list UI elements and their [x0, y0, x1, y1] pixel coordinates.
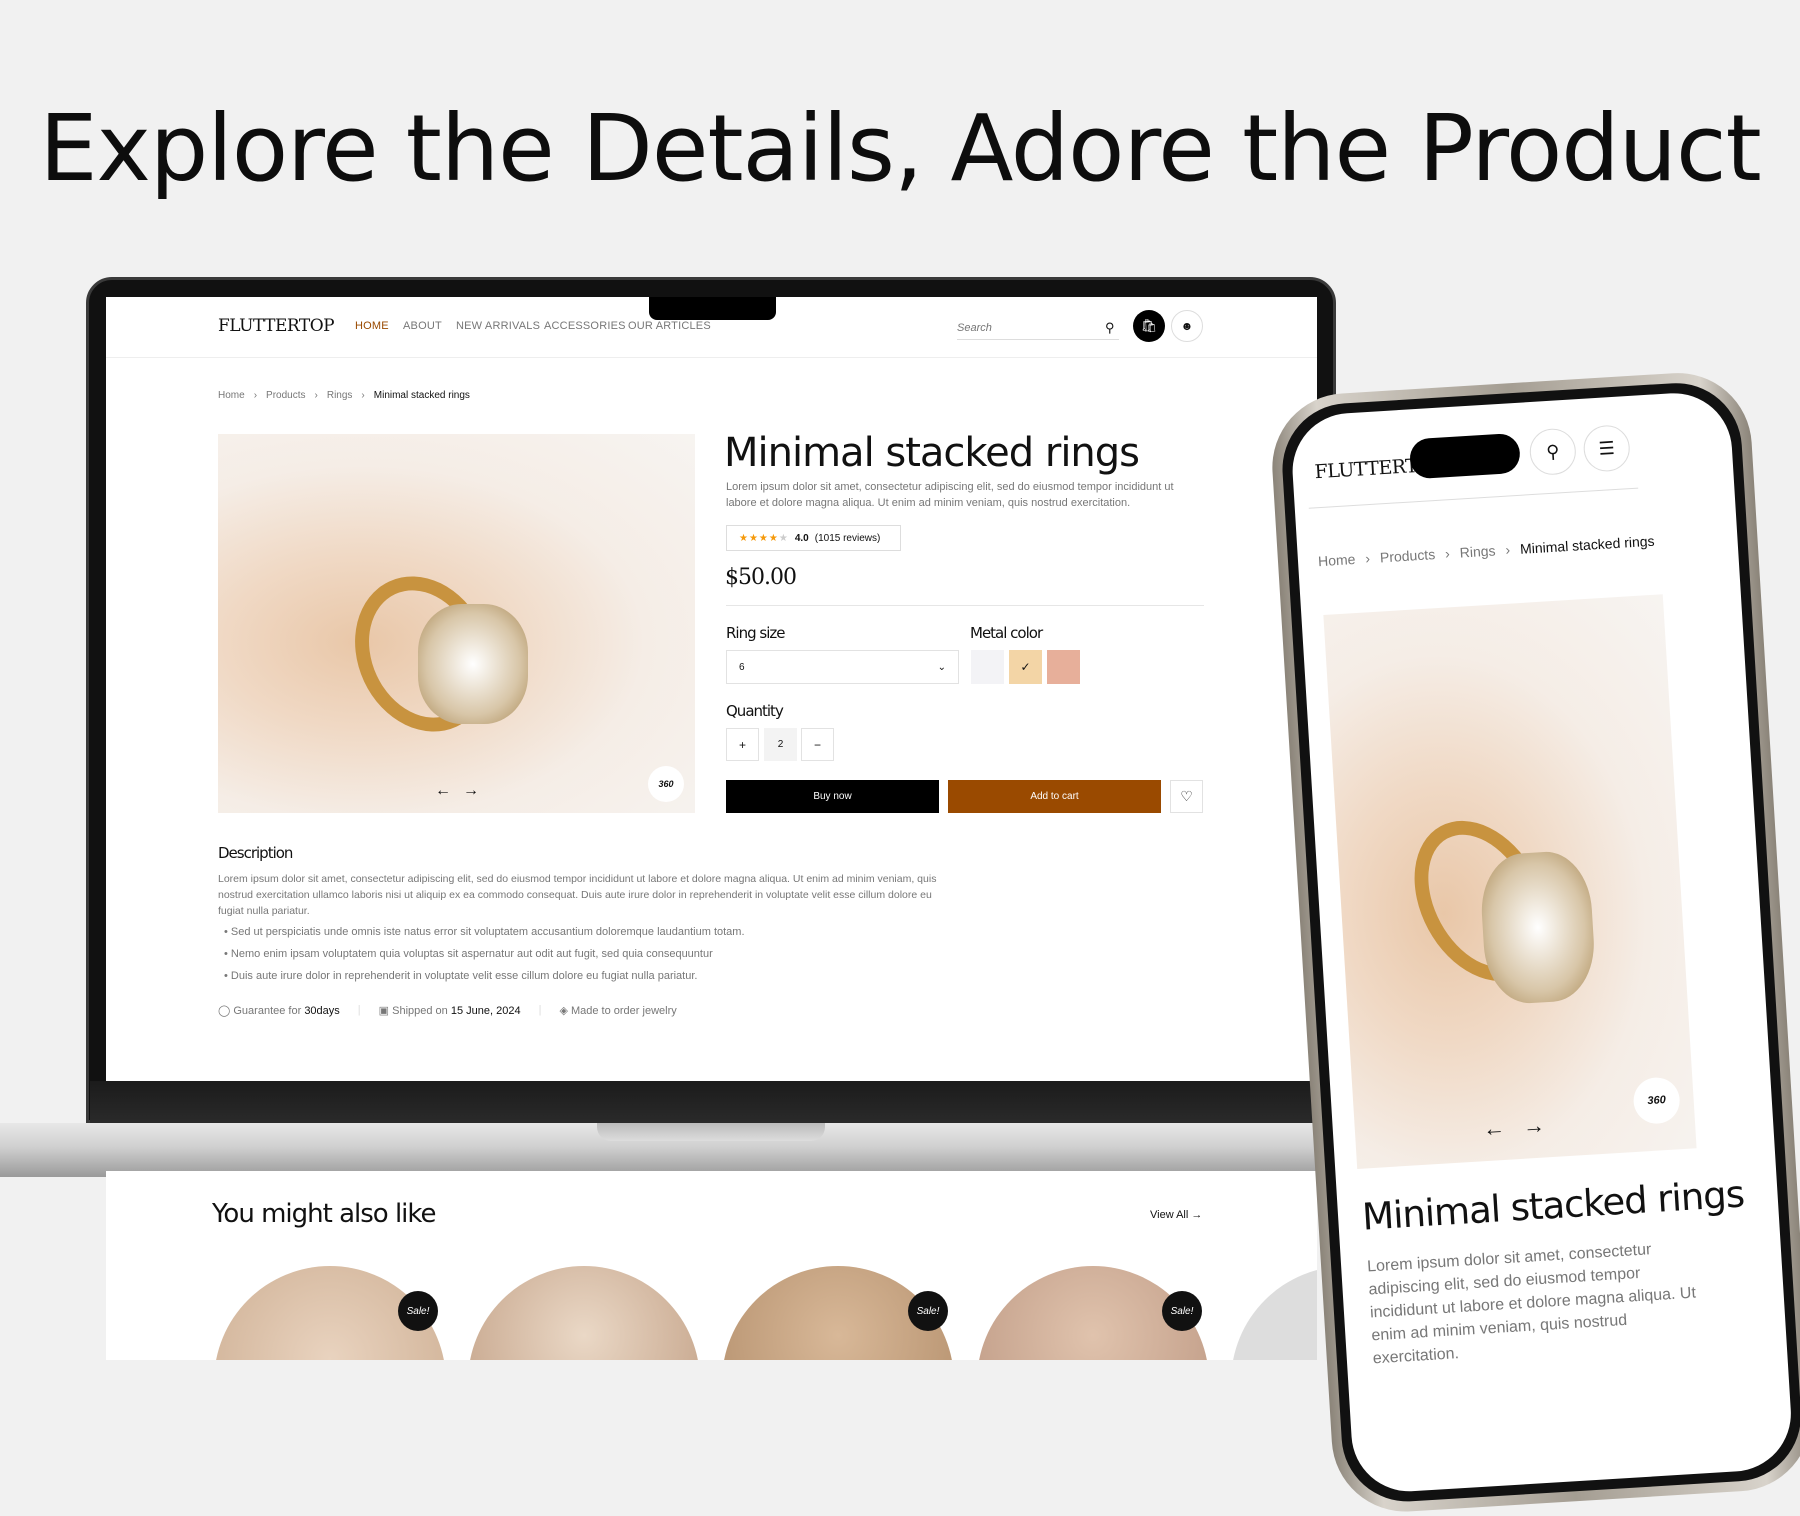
- feature-made-to-order: ◈ Made to order jewelry: [559, 1005, 677, 1017]
- phone-product-title: Minimal stacked rings: [1360, 1172, 1746, 1239]
- laptop-camera-notch: [649, 297, 776, 320]
- headline: Explore the Details, Adore the Product: [39, 95, 1761, 202]
- phone-prev-arrow[interactable]: ←: [1482, 1115, 1506, 1142]
- buy-now-button[interactable]: Buy now: [726, 780, 939, 813]
- feature-guarantee: ◯ Guarantee for 30days: [218, 1005, 340, 1017]
- prev-image-arrow[interactable]: ←: [435, 782, 451, 800]
- description-bullet: • Nemo enim ipsam voluptatem quia volupt…: [224, 948, 713, 960]
- nav-home[interactable]: HOME: [355, 320, 389, 332]
- sale-badge: Sale!: [908, 1291, 948, 1331]
- quantity-decrease-button[interactable]: −: [801, 728, 834, 761]
- cart-button[interactable]: 🛍: [1133, 310, 1165, 342]
- wishlist-button[interactable]: ♡: [1170, 780, 1203, 813]
- shopping-bag-icon: 🛍: [1140, 318, 1158, 333]
- rating-box[interactable]: ★★★★★ 4.0 (1015 reviews): [726, 525, 901, 551]
- shield-check-icon: ◯: [218, 1005, 231, 1017]
- feature-shipping: ▣ Shipped on 15 June, 2024: [378, 1005, 521, 1017]
- breadcrumb: Home › Products › Rings › Minimal stacked r…: [218, 390, 470, 401]
- ring-size-select[interactable]: 6 ⌄: [726, 650, 959, 684]
- phone-search-button[interactable]: ⚲: [1528, 427, 1578, 477]
- description-heading: Description: [218, 844, 293, 862]
- phone-next-arrow[interactable]: →: [1522, 1112, 1546, 1139]
- phone-breadcrumb: Home › Products › Rings › Minimal stacked ring…: [1317, 532, 1655, 570]
- phone-screen: FLUTTERTOP ⚲ ☰ Home › Products › Rings › Minim…: [1289, 389, 1795, 1495]
- phone-menu-button[interactable]: ☰: [1582, 424, 1632, 473]
- heart-icon: ♡: [1180, 788, 1193, 804]
- product-title: Minimal stacked rings: [724, 430, 1140, 476]
- nav-divider: [106, 357, 1317, 358]
- laptop-chin: [90, 1081, 1332, 1123]
- color-swatch-rose[interactable]: [1047, 650, 1080, 684]
- product-summary: Lorem ipsum dolor sit amet, consectetur …: [726, 481, 1174, 509]
- related-heading: You might also like: [212, 1199, 437, 1229]
- phone-product-summary: Lorem ipsum dolor sit amet, consectetur …: [1366, 1241, 1697, 1368]
- phone-nav-divider: [1308, 487, 1639, 509]
- product-image: [218, 434, 695, 813]
- nav-new-arrivals[interactable]: NEW ARRIVALS: [456, 320, 540, 332]
- related-product-thumb[interactable]: [468, 1266, 700, 1360]
- metal-color-label: Metal color: [970, 624, 1043, 642]
- breadcrumb-current: Minimal stacked rings: [373, 390, 470, 401]
- nav-accessories[interactable]: ACCESSORIES: [544, 320, 626, 332]
- color-swatch-gold[interactable]: ✓: [1009, 650, 1042, 684]
- add-to-cart-button[interactable]: Add to cart: [948, 780, 1161, 813]
- sale-badge: Sale!: [398, 1291, 438, 1331]
- rating-stars: ★★★★★: [739, 532, 789, 544]
- review-count: (1015 reviews): [814, 532, 881, 544]
- description-bullet: • Sed ut perspiciatis unde omnis iste na…: [224, 926, 745, 938]
- related-products-panel: You might also like View All → Sale! Sal…: [106, 1171, 1317, 1360]
- divider: [726, 605, 1204, 606]
- search-icon[interactable]: ⚲: [1105, 320, 1115, 336]
- chevron-down-icon: ⌄: [937, 661, 946, 673]
- ring-size-label: Ring size: [726, 624, 785, 642]
- rating-value: 4.0: [794, 532, 809, 544]
- feature-list: ◯ Guarantee for 30days | ▣ Shipped on 15 …: [218, 1004, 677, 1017]
- account-button[interactable]: ☻: [1171, 310, 1203, 342]
- view-all-link[interactable]: View All →: [1150, 1209, 1202, 1221]
- quantity-value[interactable]: 2: [764, 728, 797, 761]
- quantity-label: Quantity: [726, 702, 784, 720]
- view-360-button[interactable]: 360: [648, 766, 684, 802]
- breadcrumb-products[interactable]: Products: [266, 390, 305, 401]
- nav-our-articles[interactable]: OUR ARTICLES: [628, 320, 711, 332]
- quantity-increase-button[interactable]: +: [726, 728, 759, 761]
- nav-about[interactable]: ABOUT: [403, 320, 442, 332]
- sale-badge: Sale!: [1162, 1291, 1202, 1331]
- description-text: Lorem ipsum dolor sit amet, consectetur …: [218, 873, 937, 917]
- diamond-icon: ◈: [559, 1005, 568, 1017]
- price: $50.00: [725, 565, 797, 590]
- hamburger-menu-icon: ☰: [1598, 437, 1616, 459]
- logo[interactable]: FLUTTERTOP: [218, 316, 335, 336]
- next-image-arrow[interactable]: →: [463, 782, 479, 800]
- breadcrumb-home[interactable]: Home: [218, 390, 245, 401]
- laptop-base-notch: [597, 1123, 825, 1141]
- description-bullet: • Duis aute irure dolor in reprehenderit…: [224, 970, 698, 982]
- related-product-thumb[interactable]: [1231, 1266, 1317, 1360]
- search-icon: ⚲: [1545, 440, 1560, 462]
- check-circle-icon: ✓: [1020, 660, 1031, 674]
- box-icon: ▣: [378, 1005, 390, 1017]
- phone-frame: FLUTTERTOP ⚲ ☰ Home › Products › Rings › Minim…: [1268, 368, 1800, 1516]
- search-input[interactable]: [957, 316, 1119, 340]
- dynamic-island: [1408, 432, 1522, 480]
- user-icon: ☻: [1180, 319, 1194, 333]
- color-swatch-silver[interactable]: [971, 650, 1004, 684]
- breadcrumb-rings[interactable]: Rings: [327, 390, 353, 401]
